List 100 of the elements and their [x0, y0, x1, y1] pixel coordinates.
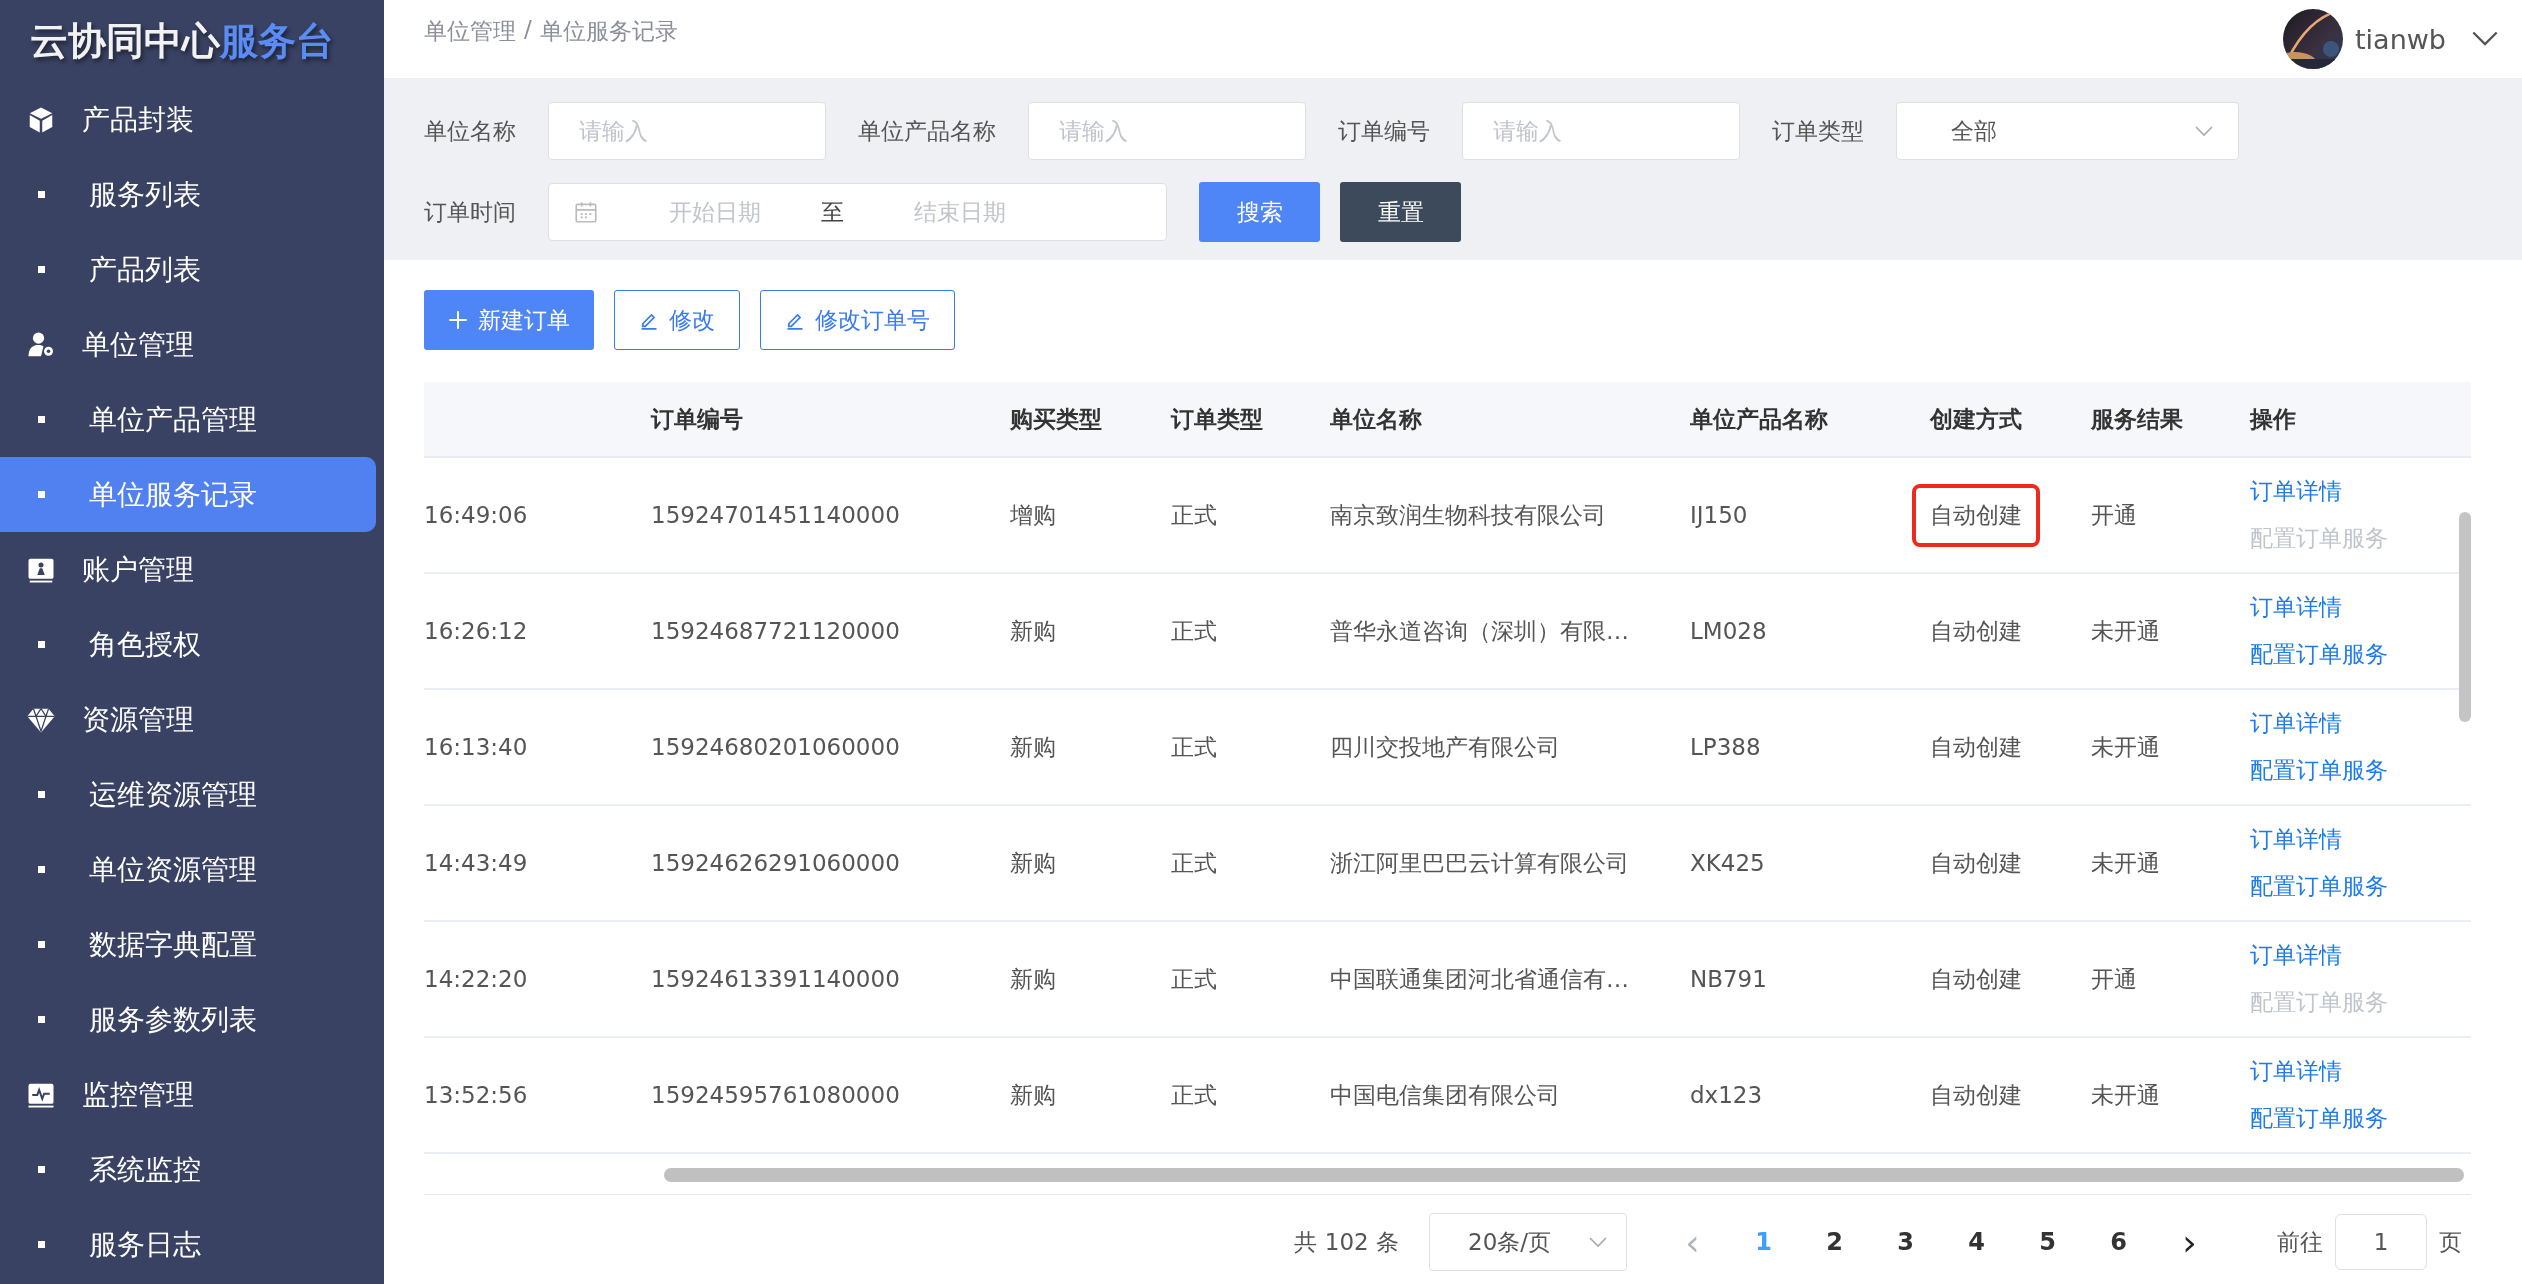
- menu-group[interactable]: 资源管理: [0, 682, 376, 757]
- table-cell: 未开通: [2091, 617, 2160, 644]
- bullet-icon: [38, 1016, 45, 1023]
- field-label: 订单时间: [424, 197, 516, 227]
- chevron-down-icon: [1588, 1236, 1608, 1248]
- table-cell: 14:43:49: [424, 850, 528, 876]
- table-cell: 14:22:20: [424, 966, 528, 992]
- bullet-icon: [38, 266, 45, 273]
- reset-button[interactable]: 重置: [1340, 182, 1461, 242]
- table-cell: 16:13:40: [424, 734, 528, 760]
- breadcrumb-item: /: [524, 16, 532, 44]
- menu-item[interactable]: 服务列表: [0, 157, 376, 232]
- table-cell: 南京致润生物科技有限公司: [1330, 501, 1606, 528]
- bullet-icon: [38, 866, 45, 873]
- highlighted-cell: 自动创建: [1912, 483, 2040, 547]
- vertical-scrollbar[interactable]: [2459, 512, 2471, 722]
- table-cell: 浙江阿里巴巴云计算有限公司: [1330, 849, 1629, 876]
- table-cell: 正式: [1171, 617, 1217, 644]
- select-field[interactable]: 全部: [1896, 102, 2239, 160]
- bullet-icon: [38, 791, 45, 798]
- menu-item[interactable]: 单位服务记录: [0, 457, 376, 532]
- menu-item[interactable]: 单位资源管理: [0, 832, 376, 907]
- menu-item[interactable]: 产品列表: [0, 232, 376, 307]
- table-cell: 正式: [1171, 501, 1217, 528]
- menu-item[interactable]: 服务参数列表: [0, 982, 376, 1057]
- action-link[interactable]: 订单详情: [2250, 592, 2342, 623]
- date-range-field[interactable]: 开始日期 至 结束日期: [548, 183, 1167, 241]
- table-cell: 普华永道咨询（深圳）有限…: [1330, 617, 1629, 644]
- page-number[interactable]: 6: [2083, 1217, 2154, 1267]
- page-input[interactable]: 1: [2335, 1214, 2427, 1270]
- action-link[interactable]: 订单详情: [2250, 824, 2342, 855]
- table-cell: 中国电信集团有限公司: [1330, 1081, 1560, 1108]
- page-number[interactable]: 3: [1870, 1217, 1941, 1267]
- table-cell: 未开通: [2091, 1081, 2160, 1108]
- table-cell: 正式: [1171, 1081, 1217, 1108]
- menu-item[interactable]: 运维资源管理: [0, 757, 376, 832]
- input-field[interactable]: 请输入: [1462, 102, 1740, 160]
- action-link[interactable]: 配置订单服务: [2250, 639, 2388, 670]
- menu-item[interactable]: 单位产品管理: [0, 382, 376, 457]
- menu-group-label: 监控管理: [82, 1076, 194, 1113]
- field-label: 订单类型: [1772, 116, 1864, 146]
- menu-item-label: 服务列表: [89, 176, 201, 213]
- table-cell: 新购: [1010, 965, 1056, 992]
- action-link[interactable]: 订单详情: [2250, 940, 2342, 971]
- table-cell: 15924680201060000: [651, 734, 900, 760]
- table-cell: LM028: [1690, 618, 1767, 644]
- page-suffix: 页: [2439, 1227, 2462, 1257]
- menu-item[interactable]: 系统监控: [0, 1132, 376, 1207]
- action-link[interactable]: 配置订单服务: [2250, 871, 2388, 902]
- menu-item[interactable]: 数据字典配置: [0, 907, 376, 982]
- calendar-icon: [573, 199, 599, 225]
- table-cell: IJ150: [1690, 502, 1748, 528]
- action-link[interactable]: 配置订单服务: [2250, 1103, 2388, 1134]
- table-cell: dx123: [1690, 1082, 1763, 1108]
- field-label: 单位产品名称: [858, 116, 996, 146]
- table-cell: 新购: [1010, 1081, 1056, 1108]
- table-cell: 15924701451140000: [651, 502, 900, 528]
- table-cell: 增购: [1010, 501, 1056, 528]
- menu-group[interactable]: 单位管理: [0, 307, 376, 382]
- action-link[interactable]: 订单详情: [2250, 476, 2342, 507]
- table-cell: 未开通: [2091, 733, 2160, 760]
- menu-item-label: 数据字典配置: [89, 926, 257, 963]
- total-count: 共 102 条: [1294, 1227, 1399, 1257]
- bullet-icon: [38, 1241, 45, 1248]
- edit-button[interactable]: 修改订单号: [760, 290, 955, 350]
- table-cell: 16:49:06: [424, 502, 528, 528]
- column-header: 订单编号: [651, 405, 743, 432]
- menu-item[interactable]: 服务日志: [0, 1207, 376, 1282]
- action-link[interactable]: 订单详情: [2250, 1056, 2342, 1087]
- table-cell: 正式: [1171, 849, 1217, 876]
- menu-item[interactable]: 角色授权: [0, 607, 376, 682]
- action-link[interactable]: 配置订单服务: [2250, 755, 2388, 786]
- column-header: 购买类型: [1010, 405, 1102, 432]
- input-field[interactable]: 请输入: [548, 102, 826, 160]
- action-link[interactable]: 订单详情: [2250, 708, 2342, 739]
- next-page-button[interactable]: ›: [2154, 1217, 2225, 1267]
- input-field[interactable]: 请输入: [1028, 102, 1306, 160]
- table-cell: 新购: [1010, 617, 1056, 644]
- page-number[interactable]: 5: [2012, 1217, 2083, 1267]
- menu-item-label: 系统监控: [89, 1151, 201, 1188]
- menu-item-label: 服务参数列表: [89, 1001, 257, 1038]
- username[interactable]: tianwb: [2355, 23, 2446, 55]
- menu-group[interactable]: 产品封装: [0, 82, 376, 157]
- page-size-select[interactable]: 20条/页: [1429, 1213, 1627, 1271]
- bullet-icon: [38, 491, 45, 498]
- menu-item-label: 运维资源管理: [89, 776, 257, 813]
- edit-button[interactable]: 修改: [614, 290, 740, 350]
- page-number[interactable]: 4: [1941, 1217, 2012, 1267]
- table-cell: 15924687721120000: [651, 618, 900, 644]
- horizontal-scrollbar[interactable]: [664, 1168, 2464, 1182]
- menu-group-label: 账户管理: [82, 551, 194, 588]
- menu-item-label: 单位产品管理: [89, 401, 257, 438]
- menu-group[interactable]: 账户管理: [0, 532, 376, 607]
- chevron-down-icon[interactable]: [2472, 31, 2498, 47]
- logo-text: 云协同中心: [30, 17, 220, 65]
- menu-group[interactable]: 监控管理: [0, 1057, 376, 1132]
- page-number[interactable]: 2: [1799, 1217, 1870, 1267]
- table-cell: NB791: [1690, 966, 1767, 992]
- menu-group-label: 产品封装: [82, 101, 194, 138]
- range-separator: 至: [821, 197, 844, 227]
